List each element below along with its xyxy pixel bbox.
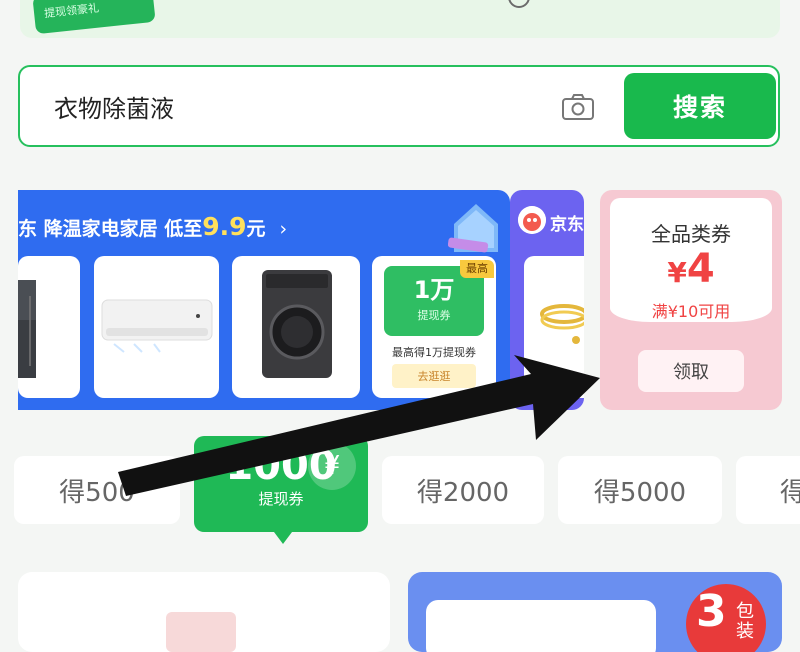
product-card-ring[interactable] xyxy=(524,256,584,398)
top-banner-circle-icon xyxy=(508,0,530,8)
camera-icon[interactable] xyxy=(560,91,596,123)
coupon-card: 全品类券 ¥4 满¥10可用 xyxy=(610,198,772,322)
search-input[interactable]: 衣物除菌液 xyxy=(54,89,174,124)
bottom-card-left[interactable] xyxy=(18,572,390,652)
tier-selected-sub: 提现券 xyxy=(258,490,304,508)
search-button[interactable]: 搜索 xyxy=(624,73,776,139)
promo-panel-2[interactable]: 京东 xyxy=(510,190,584,410)
coupon-condition: 满¥10可用 xyxy=(651,302,731,321)
go-shopping-button[interactable]: 去逛逛 xyxy=(392,364,476,388)
fridge-icon xyxy=(18,280,36,378)
top-banner[interactable]: 提现领豪礼 xyxy=(20,0,780,38)
promo-header-prefix: 东 降温家电家居 低至 xyxy=(18,218,203,240)
tier-pointer xyxy=(274,532,292,544)
tier-1000-selected[interactable]: ¥ 1000 提现券 xyxy=(194,436,368,544)
search-bar[interactable]: 衣物除菌液 搜索 xyxy=(18,65,780,147)
jd-mascot-icon xyxy=(518,206,546,234)
washing-machine-icon xyxy=(262,270,332,378)
bottom-card-right[interactable]: 3 包装 xyxy=(408,572,782,652)
tier-5000[interactable]: 得5000 xyxy=(558,456,722,524)
pack-count-number: 3 xyxy=(696,586,727,637)
tier-2000[interactable]: 得2000 xyxy=(382,456,544,524)
promo-panel[interactable]: 东 降温家电家居 低至9.9元 › 1万 提现券 最高 最高得1万提现券 去逛逛 xyxy=(18,190,510,410)
yuan-icon: ¥ xyxy=(308,442,356,490)
coupon-currency: ¥ xyxy=(667,256,687,289)
product-card-coupon[interactable]: 1万 提现券 最高 最高得1万提现券 去逛逛 xyxy=(372,256,496,398)
product-card-fridge[interactable] xyxy=(18,256,80,398)
promo-header-suffix: 元 xyxy=(246,218,266,240)
promo-header[interactable]: 东 降温家电家居 低至9.9元 › xyxy=(18,212,287,241)
product-card-ac[interactable] xyxy=(94,256,219,398)
coupon-title: 全品类券 xyxy=(651,222,731,246)
tier-more[interactable]: 得 xyxy=(736,456,800,524)
tier-500[interactable]: 得500 xyxy=(14,456,180,524)
claim-button[interactable]: 领取 xyxy=(638,350,744,392)
air-conditioner-icon xyxy=(101,299,213,353)
gold-ring-icon xyxy=(540,304,584,344)
house-icon xyxy=(448,204,498,253)
product-card-washer[interactable] xyxy=(232,256,360,398)
promo-header-price: 9.9 xyxy=(202,212,247,241)
bottom-left-image xyxy=(166,612,236,652)
coupon-desc: 最高得1万提现券 xyxy=(392,346,476,359)
jd-brand-text: 京东 xyxy=(550,215,584,235)
coupon-widget[interactable]: 全品类券 ¥4 满¥10可用 领取 xyxy=(600,190,782,410)
chevron-right-icon: › xyxy=(279,218,288,240)
coupon-tag: 最高 xyxy=(460,260,494,278)
top-banner-badge: 提现领豪礼 xyxy=(32,0,156,35)
coupon-mini-sub: 提现券 xyxy=(417,309,451,322)
tissue-box-image xyxy=(426,600,656,652)
coupon-amount: ¥4 xyxy=(610,246,772,292)
coupon-amount-value: 4 xyxy=(686,246,715,292)
pack-count-text: 包装 xyxy=(736,601,754,642)
pack-count-badge: 3 包装 xyxy=(686,584,766,652)
